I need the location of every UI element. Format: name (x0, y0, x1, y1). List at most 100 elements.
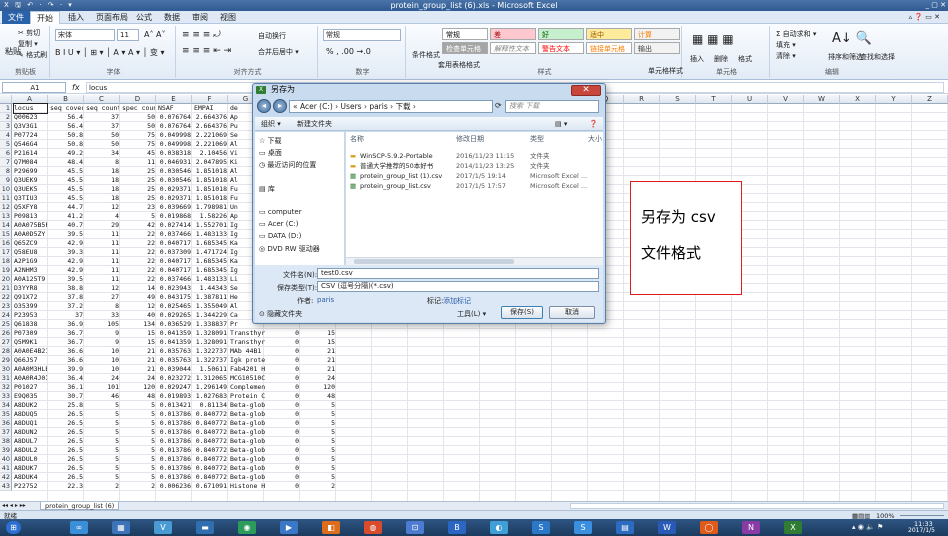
table-cell[interactable]: 5 (122, 455, 155, 464)
table-cell[interactable]: 25 (122, 185, 155, 194)
column-header[interactable]: Y (876, 95, 912, 104)
back-button[interactable]: ◂ (257, 99, 271, 113)
table-cell[interactable]: 11 (86, 230, 119, 239)
tab-view[interactable]: 视图 (214, 11, 242, 24)
table-cell[interactable]: 8 (86, 302, 119, 311)
table-cell[interactable]: 0.037466 (158, 275, 191, 284)
row-header[interactable]: 26 (0, 329, 12, 338)
tab-page-layout[interactable]: 页面布局 (90, 11, 134, 24)
font-format-row[interactable]: B I U ▾ │ ⊞ ▾ │ A ▾ A ▾ │ 变 ▾ (55, 47, 164, 58)
name-box[interactable]: A1 (2, 82, 66, 93)
table-cell[interactable]: Q65ZC9 (14, 239, 47, 248)
table-cell[interactable]: 48.4 (50, 158, 83, 167)
row-header[interactable]: 8 (0, 167, 12, 176)
table-cell[interactable]: 49 (122, 293, 155, 302)
table-cell[interactable]: 22 (122, 230, 155, 239)
table-cell[interactable]: 0.040717 (158, 266, 191, 275)
scroll-thumb[interactable] (354, 259, 514, 264)
table-cell[interactable]: 5 (122, 212, 155, 221)
table-cell[interactable]: 56.4 (50, 113, 83, 122)
table-cell[interactable]: 5 (86, 464, 119, 473)
row-header[interactable]: 6 (0, 149, 12, 158)
table-cell[interactable]: 0 (266, 410, 299, 419)
nav-item[interactable]: ◎ DVD RW 驱动器 (259, 244, 320, 254)
table-cell[interactable]: 0.029247 (158, 383, 191, 392)
row-header[interactable]: 10 (0, 185, 12, 194)
table-cell[interactable]: 5 (302, 428, 335, 437)
table-cell[interactable]: 22 (122, 239, 155, 248)
style-item[interactable]: 检查单元格 (442, 42, 488, 54)
table-cell[interactable]: 37 (86, 113, 119, 122)
column-header[interactable]: U (732, 95, 768, 104)
table-cell[interactable]: 1.685345 (194, 239, 227, 248)
file-row[interactable]: ▦ protein_group_list.csv 2017/1/5 17:57 Mic… (346, 182, 603, 191)
row-header[interactable]: 29 (0, 356, 12, 365)
ribbon-right-controls[interactable]: ▵ ❓ ▭ ✕ (903, 11, 946, 24)
table-cell[interactable]: A8DUL7 (14, 437, 47, 446)
table-cell[interactable]: A0A0R4J0I (14, 374, 47, 383)
table-cell[interactable]: 18 (86, 167, 119, 176)
table-cell[interactable]: 9 (86, 338, 119, 347)
table-cell[interactable]: 0 (266, 482, 299, 491)
table-cell[interactable]: 0 (266, 347, 299, 356)
table-cell[interactable]: 1.851018 (194, 167, 227, 176)
row-header[interactable]: 3 (0, 122, 12, 131)
nav-item[interactable]: ▤ 库 (259, 184, 275, 194)
table-cell[interactable]: 0 (266, 464, 299, 473)
table-cell[interactable]: 36.9 (50, 320, 83, 329)
font-size-select[interactable]: 11 (117, 29, 139, 41)
table-cell[interactable]: Q66JS7 (14, 356, 47, 365)
organize-button[interactable]: 组织 ▾ (261, 117, 281, 131)
file-row[interactable]: ▦ protein_group_list (1).csv 2017/1/5 19:1… (346, 172, 603, 181)
table-cell[interactable]: 0.013786 (158, 446, 191, 455)
align-left-icon[interactable]: ≡ ≡ ≡ ⇤ ⇥ (182, 46, 231, 56)
table-cell[interactable]: P07309 (14, 329, 47, 338)
table-cell[interactable]: 5 (302, 446, 335, 455)
nav-item[interactable]: ☆ 下载 (259, 136, 282, 146)
row-header[interactable]: 41 (0, 464, 12, 473)
table-cell[interactable]: 18 (86, 194, 119, 203)
table-cell[interactable]: 21 (122, 356, 155, 365)
table-cell[interactable]: 26.5 (50, 455, 83, 464)
table-cell[interactable]: 48 (302, 392, 335, 401)
style-item[interactable]: 好 (538, 28, 584, 40)
table-cell[interactable]: 37.8 (50, 293, 83, 302)
row-header[interactable]: 40 (0, 455, 12, 464)
taskbar-app-icon[interactable]: ⊡ (406, 521, 424, 534)
table-cell[interactable]: 1.322737 (194, 356, 227, 365)
table-cell[interactable]: 0 (266, 383, 299, 392)
column-header[interactable]: S (660, 95, 696, 104)
column-header[interactable]: F (192, 95, 228, 104)
wrap-text-button[interactable]: 自动换行 (258, 31, 286, 41)
row-header[interactable]: 33 (0, 392, 12, 401)
table-cell[interactable]: 21 (302, 347, 335, 356)
table-cell[interactable]: 5 (122, 437, 155, 446)
table-cell[interactable]: 5 (122, 446, 155, 455)
table-cell[interactable]: 5 (122, 410, 155, 419)
table-cell[interactable]: P07724 (14, 131, 47, 140)
table-cell[interactable]: 15 (302, 338, 335, 347)
table-cell[interactable]: 5 (86, 446, 119, 455)
table-cell[interactable]: 11 (86, 248, 119, 257)
table-cell[interactable]: 50 (86, 140, 119, 149)
table-cell[interactable]: 46 (86, 392, 119, 401)
table-cell[interactable]: 8 (86, 158, 119, 167)
font-family-select[interactable]: 宋体 (55, 29, 115, 41)
table-cell[interactable]: Q58EU8 (14, 248, 47, 257)
table-cell[interactable]: 0 (266, 356, 299, 365)
tools-menu[interactable]: 工具(L) ▾ (457, 309, 486, 319)
tab-file[interactable]: 文件 (2, 11, 30, 24)
table-cell[interactable]: 1.296149 (194, 383, 227, 392)
table-cell[interactable]: 0.013421 (158, 401, 191, 410)
table-cell[interactable]: A8DUQ5 (14, 410, 47, 419)
row-header[interactable]: 25 (0, 320, 12, 329)
table-cell[interactable]: 22 (122, 275, 155, 284)
taskbar-app-icon[interactable]: ▤ (616, 521, 634, 534)
table-cell[interactable]: 0.029371 (158, 185, 191, 194)
table-cell[interactable]: 25.8 (50, 401, 83, 410)
table-cell[interactable]: 40 (122, 311, 155, 320)
table-cell[interactable]: 0.049998 (158, 140, 191, 149)
table-cell[interactable]: 27 (86, 293, 119, 302)
table-cell[interactable]: Q61838 (14, 320, 47, 329)
table-cell[interactable]: 5 (86, 473, 119, 482)
